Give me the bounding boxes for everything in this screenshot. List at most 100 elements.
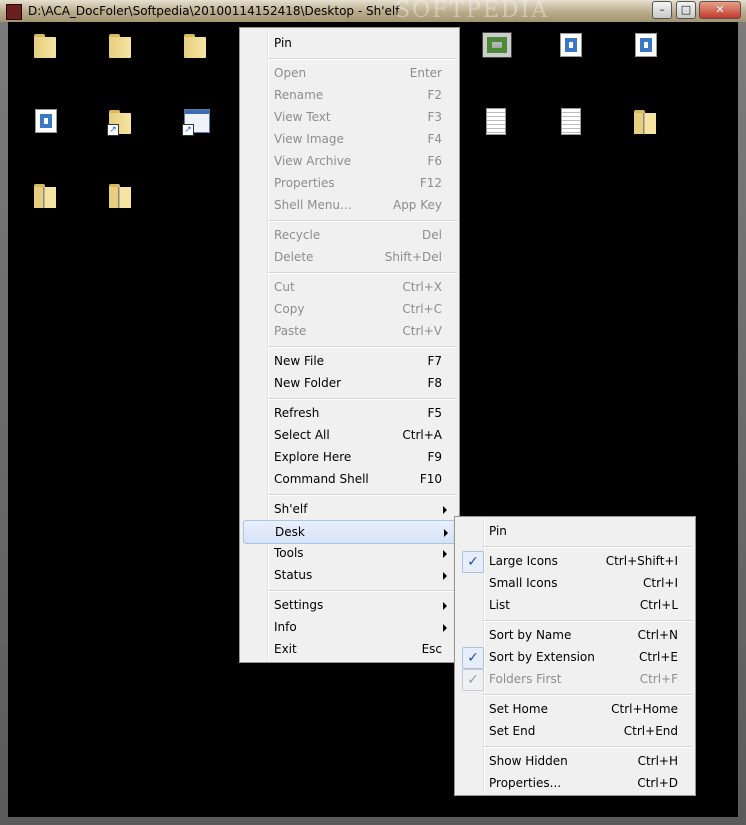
image-icon[interactable] [632, 30, 658, 60]
menu-item-shortcut: Ctrl+End [623, 724, 678, 738]
menu-separator [267, 272, 457, 274]
menu-item-shortcut: F7 [427, 354, 442, 368]
folder-icon[interactable] [32, 30, 58, 60]
menu-item-label: New File [274, 354, 325, 368]
title-bar[interactable]: D:\ACA_DocFoler\Softpedia\20100114152418… [0, 0, 746, 23]
menu-item-properties[interactable]: Properties... Ctrl+D [458, 772, 692, 794]
menu-item-label: Command Shell [274, 472, 369, 486]
checkmark-icon: ✓ [462, 551, 484, 573]
menu-item-label: Exit [274, 642, 297, 656]
menu-item-label: Copy [274, 302, 305, 316]
image-icon[interactable] [32, 106, 58, 136]
menu-item-view-archive: View Archive F6 [243, 150, 456, 172]
menu-item-label: Rename [274, 88, 324, 102]
menu-item-label: New Folder [274, 376, 342, 390]
menu-separator [267, 346, 457, 348]
app-icon[interactable] [6, 4, 22, 20]
submenu-arrow-icon [443, 602, 447, 610]
menu-item-label: Info [274, 620, 297, 634]
menu-item-label: Settings [274, 598, 324, 612]
menu-item-properties: Properties F12 [243, 172, 456, 194]
menu-item-shortcut: F12 [419, 176, 442, 190]
image-icon[interactable] [557, 30, 583, 60]
menu-item-pin[interactable]: Pin [243, 32, 456, 54]
menu-item-folders-first: ✓ Folders First Ctrl+F [458, 668, 692, 691]
menu-item-sort-by-extension[interactable]: ✓ Sort by Extension Ctrl+E [458, 646, 692, 669]
menu-item-shortcut: Ctrl+N [637, 628, 678, 642]
menu-item-shortcut: Ctrl+Shift+I [605, 554, 678, 568]
menu-item-desk[interactable]: Desk [243, 520, 458, 544]
menu-item-select-all[interactable]: Select All Ctrl+A [243, 424, 456, 446]
menu-item-label: View Archive [274, 154, 352, 168]
minimize-button[interactable]: – [652, 1, 672, 19]
menu-item-list[interactable]: List Ctrl+L [458, 594, 692, 616]
menu-item-label: Refresh [274, 406, 320, 420]
menu-item-shortcut: Enter [409, 66, 442, 80]
menu-item-sh-elf[interactable]: Sh'elf [243, 498, 456, 520]
menu-item-label: Set End [489, 724, 536, 738]
folder-icon[interactable] [182, 30, 208, 60]
menu-item-shortcut: F2 [427, 88, 442, 102]
menu-item-label: Show Hidden [489, 754, 568, 768]
menu-item-shortcut: Ctrl+X [402, 280, 442, 294]
menu-item-tools[interactable]: Tools [243, 542, 456, 564]
menu-item-shortcut: F8 [427, 376, 442, 390]
menu-item-label: Cut [274, 280, 295, 294]
menu-item-label: List [489, 598, 510, 612]
shortcut-arrow-icon: ↗ [182, 124, 194, 136]
menu-item-label: Paste [274, 324, 307, 338]
zip-icon[interactable] [632, 106, 658, 136]
maximize-button[interactable]: □ [676, 1, 696, 19]
document-icon[interactable] [482, 106, 508, 136]
menu-item-shortcut: App Key [392, 198, 442, 212]
checkmark-icon: ✓ [462, 669, 484, 691]
menu-item-label: Folders First [489, 672, 562, 686]
menu-item-pin[interactable]: Pin [458, 520, 692, 542]
folder-icon[interactable] [107, 30, 133, 60]
menu-item-label: Recycle [274, 228, 321, 242]
menu-item-show-hidden[interactable]: Show Hidden Ctrl+H [458, 750, 692, 772]
menu-item-new-folder[interactable]: New Folder F8 [243, 372, 456, 394]
menu-item-small-icons[interactable]: Small Icons Ctrl+I [458, 572, 692, 594]
menu-item-copy: Copy Ctrl+C [243, 298, 456, 320]
menu-item-set-home[interactable]: Set Home Ctrl+Home [458, 698, 692, 720]
zip-icon[interactable] [32, 180, 58, 210]
menu-item-shortcut: Ctrl+F [639, 672, 678, 686]
app-shortcut-icon[interactable]: ↗ [182, 106, 210, 136]
menu-item-shortcut: F5 [427, 406, 442, 420]
menu-item-label: Sort by Extension [489, 650, 595, 664]
menu-separator [267, 398, 457, 400]
menu-separator [482, 620, 693, 622]
close-button[interactable]: ✕ [699, 1, 741, 19]
menu-item-exit[interactable]: Exit Esc [243, 638, 456, 660]
menu-item-status[interactable]: Status [243, 564, 456, 586]
zip-icon[interactable] [107, 180, 133, 210]
menu-item-label: Select All [274, 428, 330, 442]
folder-shortcut-icon[interactable]: ↗ [107, 106, 133, 136]
menu-item-label: Small Icons [489, 576, 558, 590]
menu-item-shortcut: F4 [427, 132, 442, 146]
menu-separator [267, 494, 457, 496]
menu-separator [267, 590, 457, 592]
gallery-icon[interactable] [482, 30, 512, 60]
menu-separator [482, 546, 693, 548]
document-icon[interactable] [557, 106, 583, 136]
menu-separator [482, 746, 693, 748]
menu-item-explore-here[interactable]: Explore Here F9 [243, 446, 456, 468]
menu-item-label: Delete [274, 250, 314, 264]
menu-item-set-end[interactable]: Set End Ctrl+End [458, 720, 692, 742]
menu-item-label: Pin [274, 36, 292, 50]
menu-item-new-file[interactable]: New File F7 [243, 350, 456, 372]
menu-item-info[interactable]: Info [243, 616, 456, 638]
menu-item-large-icons[interactable]: ✓ Large Icons Ctrl+Shift+I [458, 550, 692, 573]
menu-item-settings[interactable]: Settings [243, 594, 456, 616]
menu-item-label: Desk [275, 525, 305, 539]
menu-item-shortcut: Shift+Del [384, 250, 442, 264]
menu-item-rename: Rename F2 [243, 84, 456, 106]
menu-item-shortcut: Esc [421, 642, 442, 656]
menu-item-sort-by-name[interactable]: Sort by Name Ctrl+N [458, 624, 692, 646]
menu-item-refresh[interactable]: Refresh F5 [243, 402, 456, 424]
menu-item-command-shell[interactable]: Command Shell F10 [243, 468, 456, 490]
menu-item-cut: Cut Ctrl+X [243, 276, 456, 298]
submenu-arrow-icon [443, 572, 447, 580]
